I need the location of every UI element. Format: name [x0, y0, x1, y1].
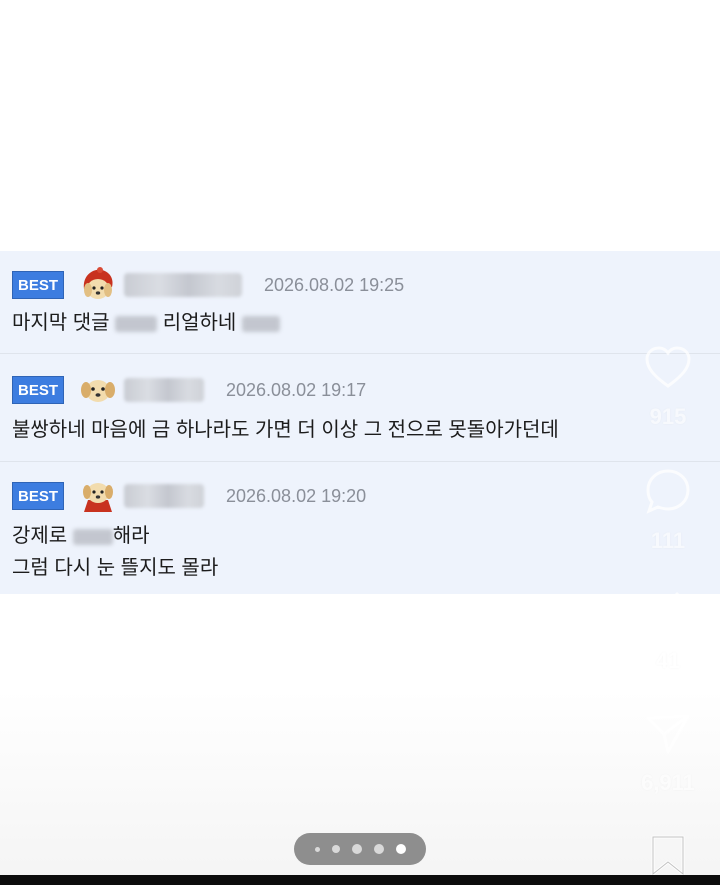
comment-header: BEST 2026.08.02 19:20 [12, 478, 366, 514]
redacted-word [72, 528, 113, 545]
repost-count: 41 [655, 648, 681, 673]
comment-text-segment: 해라 [112, 525, 150, 547]
carousel-pager[interactable] [294, 833, 426, 865]
comment-item[interactable]: BEST 2026.08.02 19:25 마지막 댓글 리얼하네 [0, 251, 720, 354]
comment-date: 2026.08.02 19:17 [226, 379, 367, 400]
comment-item[interactable]: BEST 2026.08.02 19:20 강제로 해라 그럼 다시 눈 뜰지도… [0, 462, 720, 594]
share-count: 6,911 [641, 770, 695, 795]
comment-text-line: 불쌍하네 마음에 금 하나라도 가면 더 이상 그 전으로 못돌아가던데 [12, 419, 559, 441]
puppy-red-cape-icon [83, 483, 113, 512]
bookmark-button[interactable] [630, 834, 706, 876]
nickname-blurred [124, 484, 204, 508]
redacted-word [115, 315, 158, 332]
comment-count: 111 [650, 528, 686, 553]
comment-button[interactable]: 111 [630, 468, 706, 554]
heart-icon [645, 346, 691, 388]
share-button[interactable]: 6,911 [630, 712, 706, 796]
repost-icon [650, 591, 686, 635]
comment-list: BEST 2026.08.02 19:25 마지막 댓글 리얼하네 BEST 2… [0, 251, 720, 594]
best-badge: BEST [12, 271, 64, 299]
nickname-blurred [124, 273, 242, 297]
pager-dot[interactable] [351, 844, 362, 854]
redacted-word [241, 315, 280, 332]
puppy-face-icon [81, 380, 115, 402]
comment-text-line: 그럼 다시 눈 뜰지도 몰라 [12, 557, 219, 579]
comment-text-segment: 마지막 댓글 [12, 312, 110, 334]
puppy-red-hood-icon [83, 267, 113, 299]
pager-dot[interactable] [331, 845, 340, 853]
bottom-bar [0, 875, 720, 885]
comment-header: BEST 2026.08.02 19:17 [12, 372, 366, 408]
avatar[interactable] [78, 267, 118, 303]
avatar[interactable] [78, 372, 118, 408]
best-badge: BEST [12, 376, 64, 404]
comment-text: 마지막 댓글 리얼하네 [12, 307, 280, 339]
post-viewer: BEST 2026.08.02 19:25 마지막 댓글 리얼하네 BEST 2… [0, 0, 720, 885]
comment-date: 2026.08.02 19:25 [264, 274, 405, 295]
bookmark-icon [651, 835, 685, 876]
pager-dot-active[interactable] [395, 844, 406, 854]
repost-button[interactable]: 41 [630, 590, 706, 674]
send-icon [646, 714, 690, 754]
pager-dot[interactable] [314, 846, 320, 852]
comment-header: BEST 2026.08.02 19:25 [12, 267, 404, 303]
comment-text-segment: 리얼하네 [162, 312, 237, 334]
comment-item[interactable]: BEST 2026.08.02 19:17 불쌍하네 마음에 금 하나라도 가면… [0, 354, 720, 462]
comment-text: 불쌍하네 마음에 금 하나라도 가면 더 이상 그 전으로 못돌아가던데 [12, 414, 559, 446]
like-button[interactable]: 915 [630, 346, 706, 430]
comment-text: 강제로 해라 그럼 다시 눈 뜰지도 몰라 [12, 520, 218, 584]
comment-text-segment: 강제로 [12, 525, 68, 547]
best-badge: BEST [12, 482, 64, 510]
comment-bubble-icon [646, 469, 690, 514]
pager-dot[interactable] [373, 844, 384, 854]
comment-date: 2026.08.02 19:20 [226, 485, 367, 506]
avatar[interactable] [78, 478, 118, 514]
like-count: 915 [649, 404, 687, 429]
nickname-blurred [124, 378, 204, 402]
